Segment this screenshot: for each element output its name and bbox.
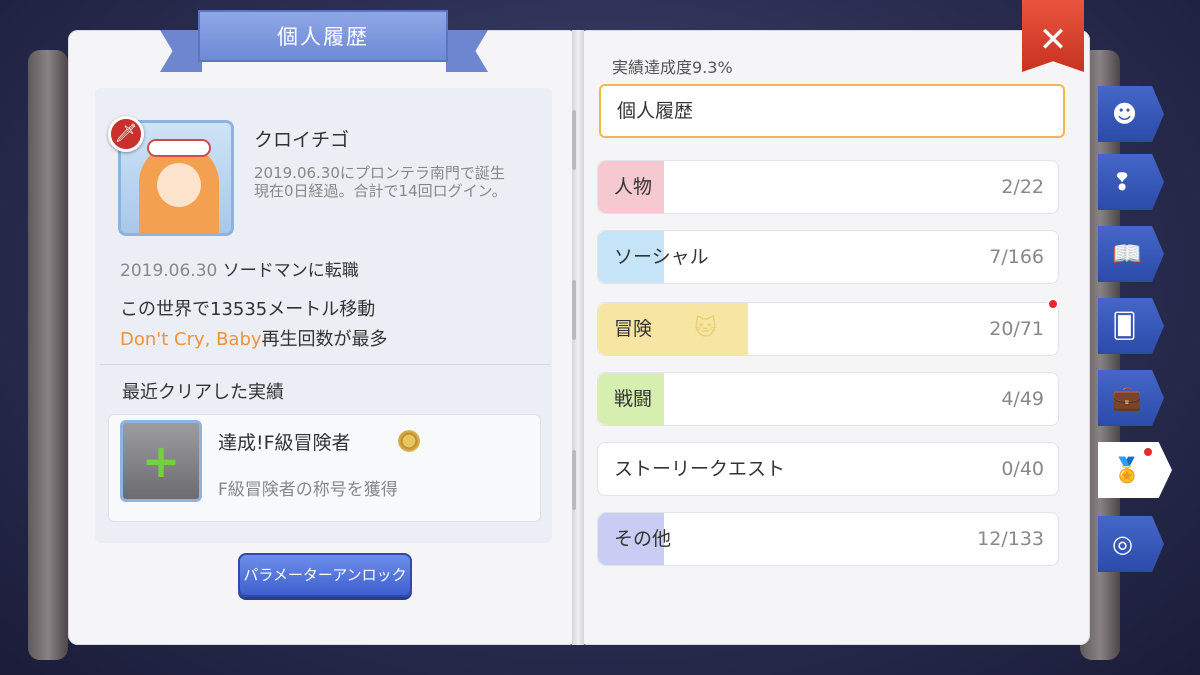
achievement-desc: F級冒険者の称号を獲得 — [218, 480, 398, 500]
spine-stitch — [572, 110, 576, 170]
page-title: 個人履歴 — [198, 10, 448, 62]
sword-class-icon: 🗡 — [108, 116, 144, 152]
parameter-unlock-button[interactable]: パラメーターアンロック — [238, 553, 412, 597]
alert-person-icon[interactable]: ❢ — [1098, 154, 1164, 210]
achievement-book-icon: + — [120, 420, 202, 502]
category-row-story-quest[interactable]: ストーリークエスト 0/40 — [597, 442, 1059, 496]
completion-rate: 実績達成度9.3% — [612, 58, 733, 77]
book-icon[interactable]: 📖 — [1098, 226, 1164, 282]
category-label: その他 — [614, 528, 672, 550]
move-distance-text: この世界で13535メートル移動 — [120, 299, 376, 320]
recent-achievements-title: 最近クリアした実績 — [122, 382, 284, 403]
category-row-battle[interactable]: 戦闘 4/49 — [597, 372, 1059, 426]
category-label: ストーリークエスト — [614, 458, 786, 480]
category-label: 戦闘 — [614, 388, 653, 410]
job-change-text: ソードマンに転職 — [222, 261, 359, 281]
category-row-social[interactable]: ソーシャル 7/166 — [597, 230, 1059, 284]
spine-stitch — [572, 280, 576, 340]
category-row-other[interactable]: その他 12/133 — [597, 512, 1059, 566]
category-count: 7/166 — [989, 246, 1044, 268]
character-history: 2019.06.30にプロンテラ南門で誕生 現在0日経過。合計で14回ログイン。 — [254, 164, 534, 200]
compass-icon[interactable]: ◎ — [1098, 516, 1164, 572]
category-count: 0/40 — [1001, 458, 1044, 480]
notification-dot — [1047, 298, 1059, 310]
cat-face-icon: 🐱 — [694, 316, 717, 341]
login-text: 現在0日経過。合計で14回ログイン。 — [254, 182, 507, 200]
category-row-adventure[interactable]: 🐱 冒険 20/71 — [597, 302, 1059, 356]
category-row-person[interactable]: 人物 2/22 — [597, 160, 1059, 214]
medal-icon — [398, 430, 420, 452]
job-change-date: 2019.06.30 — [120, 261, 218, 281]
spine-stitch — [572, 450, 576, 510]
category-count: 2/22 — [1001, 176, 1044, 198]
selected-category-field[interactable]: 個人履歴 — [599, 84, 1065, 138]
notification-dot — [1142, 446, 1154, 458]
job-change-line: 2019.06.30 ソードマンに転職 — [120, 256, 359, 281]
song-suffix: 再生回数が最多 — [261, 329, 388, 350]
most-played-line: Don't Cry, Baby再生回数が最多 — [120, 325, 388, 351]
achievement-name: 達成!F級冒険者 — [218, 432, 351, 454]
briefcase-heart-icon[interactable]: 💼 — [1098, 370, 1164, 426]
category-label: 人物 — [614, 176, 653, 198]
category-label: ソーシャル — [614, 246, 709, 268]
category-count: 12/133 — [977, 528, 1044, 550]
divider — [100, 364, 550, 365]
category-count: 4/49 — [1001, 388, 1044, 410]
character-name: クロイチゴ — [254, 129, 350, 151]
category-count: 20/71 — [989, 318, 1044, 340]
card-icon[interactable]: 🂠 — [1098, 298, 1164, 354]
face-icon[interactable]: ☻ — [1098, 86, 1164, 142]
born-text: 2019.06.30にプロンテラ南門で誕生 — [254, 164, 505, 182]
song-title: Don't Cry, Baby — [120, 329, 262, 350]
close-button[interactable]: ✕ — [1022, 0, 1084, 72]
category-label: 冒険 — [614, 318, 653, 340]
medal-icon[interactable]: 🏅 — [1098, 442, 1172, 498]
